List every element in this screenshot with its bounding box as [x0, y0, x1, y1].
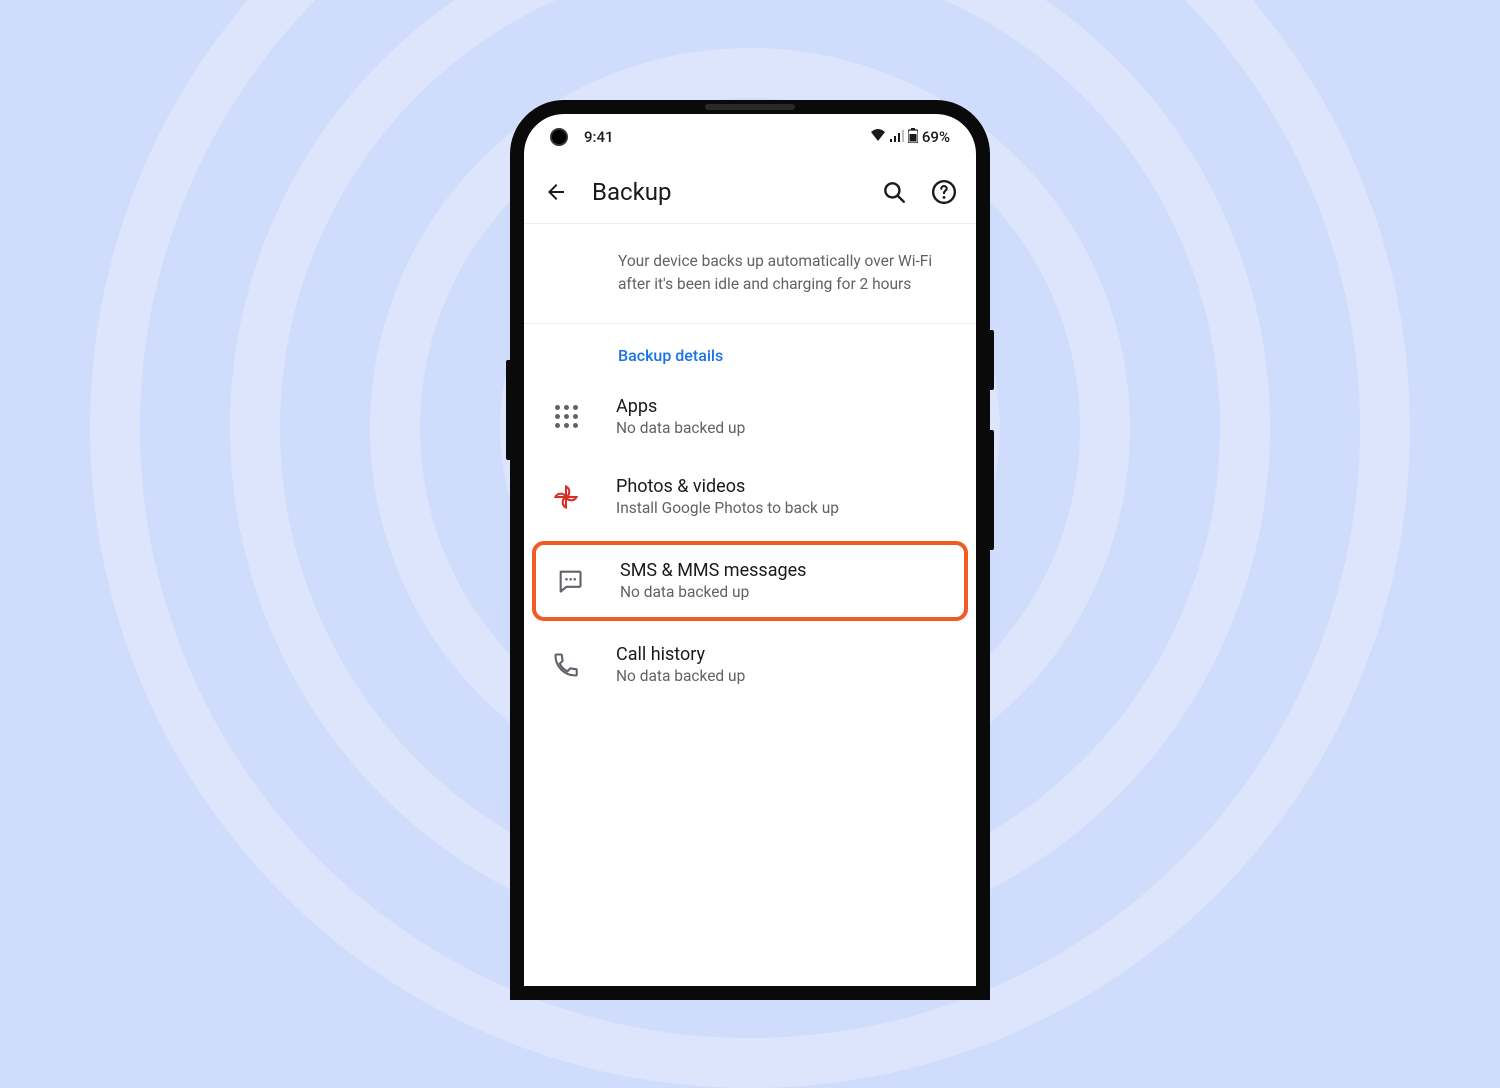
list-item-subtitle: No data backed up	[616, 419, 958, 437]
highlight-sms-mms: SMS & MMS messages No data backed up	[532, 541, 968, 621]
search-icon	[881, 179, 907, 205]
phone-side-button-right-2	[990, 430, 994, 550]
status-bar: 9:41	[524, 114, 976, 160]
app-bar: Backup	[524, 160, 976, 224]
back-button[interactable]	[542, 178, 570, 206]
list-item-call-history[interactable]: Call history No data backed up	[524, 625, 976, 705]
backup-info-text: Your device backs up automatically over …	[524, 224, 976, 324]
apps-icon	[542, 393, 590, 441]
phone-side-button-right-1	[990, 330, 994, 390]
list-item-title: Apps	[616, 396, 958, 417]
camera-hole-icon	[550, 128, 568, 146]
list-item-title: Photos & videos	[616, 476, 958, 497]
google-photos-icon	[542, 473, 590, 521]
list-item-title: Call history	[616, 644, 958, 665]
help-button[interactable]	[930, 178, 958, 206]
list-item-title: SMS & MMS messages	[620, 560, 954, 581]
arrow-back-icon	[544, 180, 568, 204]
phone-icon	[542, 641, 590, 689]
phone-speaker-notch	[705, 104, 795, 110]
battery-icon	[908, 128, 918, 147]
phone-side-button-left	[506, 360, 510, 460]
list-item-photos-videos[interactable]: Photos & videos Install Google Photos to…	[524, 457, 976, 537]
list-item-subtitle: No data backed up	[616, 667, 958, 685]
list-item-apps[interactable]: Apps No data backed up	[524, 377, 976, 457]
cellular-icon	[890, 128, 904, 146]
section-header-backup-details: Backup details	[524, 324, 976, 377]
phone-screen: 9:41	[524, 114, 976, 986]
list-item-sms-mms[interactable]: SMS & MMS messages No data backed up	[536, 545, 964, 617]
status-time: 9:41	[584, 128, 614, 146]
messages-icon	[546, 557, 594, 605]
status-battery: 69%	[922, 128, 950, 146]
help-icon	[931, 179, 957, 205]
list-item-subtitle: No data backed up	[620, 583, 954, 601]
list-item-subtitle: Install Google Photos to back up	[616, 499, 958, 517]
page-title: Backup	[592, 178, 858, 206]
search-button[interactable]	[880, 178, 908, 206]
phone-frame: 9:41	[510, 100, 990, 1000]
wifi-icon	[870, 128, 886, 146]
